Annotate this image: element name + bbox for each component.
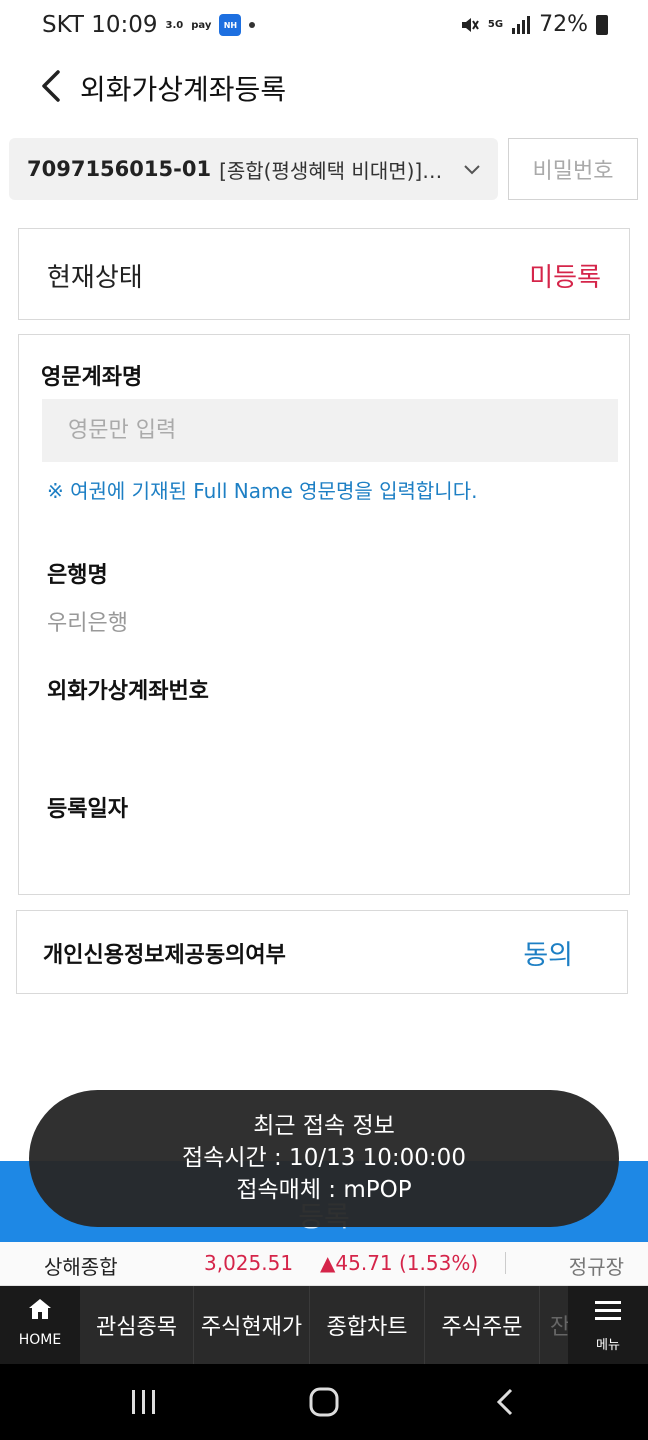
nav-tab-watchlist[interactable]: 관심종목: [80, 1286, 194, 1364]
password-field[interactable]: 비밀번호: [508, 138, 638, 200]
pay-icon: pay: [191, 19, 212, 31]
battery-icon: [596, 14, 608, 35]
status-card: 현재상태 미등록: [18, 228, 630, 320]
ticker-divider: [505, 1252, 506, 1274]
recent-apps-icon[interactable]: [126, 1386, 162, 1418]
english-name-input[interactable]: [42, 399, 618, 462]
ticker-index-name: 상해종합: [44, 1255, 118, 1279]
nav-tab-balance[interactable]: 잔: [540, 1286, 568, 1364]
ticker-session: 정규장: [568, 1255, 624, 1279]
toast-access-time: 접속시간 : 10/13 10:00:00: [182, 1145, 466, 1171]
system-back-icon[interactable]: [488, 1386, 524, 1418]
account-selector[interactable]: 7097156015-01 [종합(평생혜택 비대면)]…: [9, 138, 498, 200]
status-value: 미등록: [529, 263, 601, 293]
bottom-nav: HOME 관심종목 주식현재가 종합차트 주식주문 잔 메뉴: [0, 1286, 648, 1364]
header: 외화가상계좌등록: [0, 56, 648, 120]
market-ticker[interactable]: 상해종합 3,025.51 ▲45.71 (1.53%) 정규장: [0, 1242, 648, 1286]
hamburger-menu-icon: [595, 1301, 621, 1320]
ticker-change: ▲45.71 (1.53%): [320, 1251, 479, 1275]
register-date-label: 등록일자: [47, 797, 128, 822]
nav-home-button[interactable]: HOME: [0, 1286, 80, 1364]
english-name-label: 영문계좌명: [41, 365, 143, 390]
nav-menu-button[interactable]: 메뉴: [568, 1286, 648, 1364]
nav-tab-chart[interactable]: 종합차트: [310, 1286, 425, 1364]
battery-percent: 72%: [539, 12, 588, 37]
account-name: [종합(평생혜택 비대면)]…: [219, 158, 443, 183]
status-bar: SKT 10:09 3.0 pay NH 5G 72%: [0, 0, 648, 56]
passport-notice: ※ 여권에 기재된 Full Name 영문명을 입력합니다.: [47, 479, 478, 503]
status-label: 현재상태: [47, 263, 143, 293]
bank-value: 우리은행: [47, 611, 128, 636]
bank-label: 은행명: [47, 563, 108, 588]
network-icon: 5G: [487, 19, 504, 30]
account-number: 7097156015-01: [27, 157, 212, 181]
consent-label: 개인신용정보제공동의여부: [43, 943, 286, 968]
nav-tab-order[interactable]: 주식주문: [425, 1286, 540, 1364]
form-card: 영문계좌명 ※ 여권에 기재된 Full Name 영문명을 입력합니다. 은행…: [18, 334, 630, 895]
consent-card: 개인신용정보제공동의여부 동의: [16, 910, 628, 994]
consent-value[interactable]: 동의: [523, 933, 573, 972]
signal-icon: [512, 15, 531, 34]
ticker-price: 3,025.51: [204, 1251, 294, 1275]
nav-home-label: HOME: [18, 1332, 62, 1348]
nav-menu-label: 메뉴: [596, 1338, 620, 1353]
virtual-account-label: 외화가상계좌번호: [47, 679, 209, 704]
nh-bank-icon: NH: [219, 14, 242, 36]
nav-tab-current-price[interactable]: 주식현재가: [194, 1286, 310, 1364]
home-circle-icon[interactable]: [306, 1386, 342, 1418]
mute-icon: [461, 17, 479, 32]
page-title: 외화가상계좌등록: [80, 73, 287, 106]
toast-title: 최근 접속 정보: [253, 1113, 395, 1139]
back-arrow-icon[interactable]: [36, 68, 68, 104]
recent-access-toast: 최근 접속 정보 접속시간 : 10/13 10:00:00 접속매체 : mP…: [29, 1090, 619, 1227]
system-nav-bar: [0, 1364, 648, 1440]
dx-icon: 3.0: [165, 19, 184, 31]
toast-access-media: 접속매체 : mPOP: [236, 1177, 412, 1203]
carrier-time: SKT 10:09: [42, 12, 158, 38]
chevron-down-icon: [464, 165, 480, 175]
home-icon: [29, 1299, 51, 1319]
notification-dot-icon: [249, 22, 256, 28]
